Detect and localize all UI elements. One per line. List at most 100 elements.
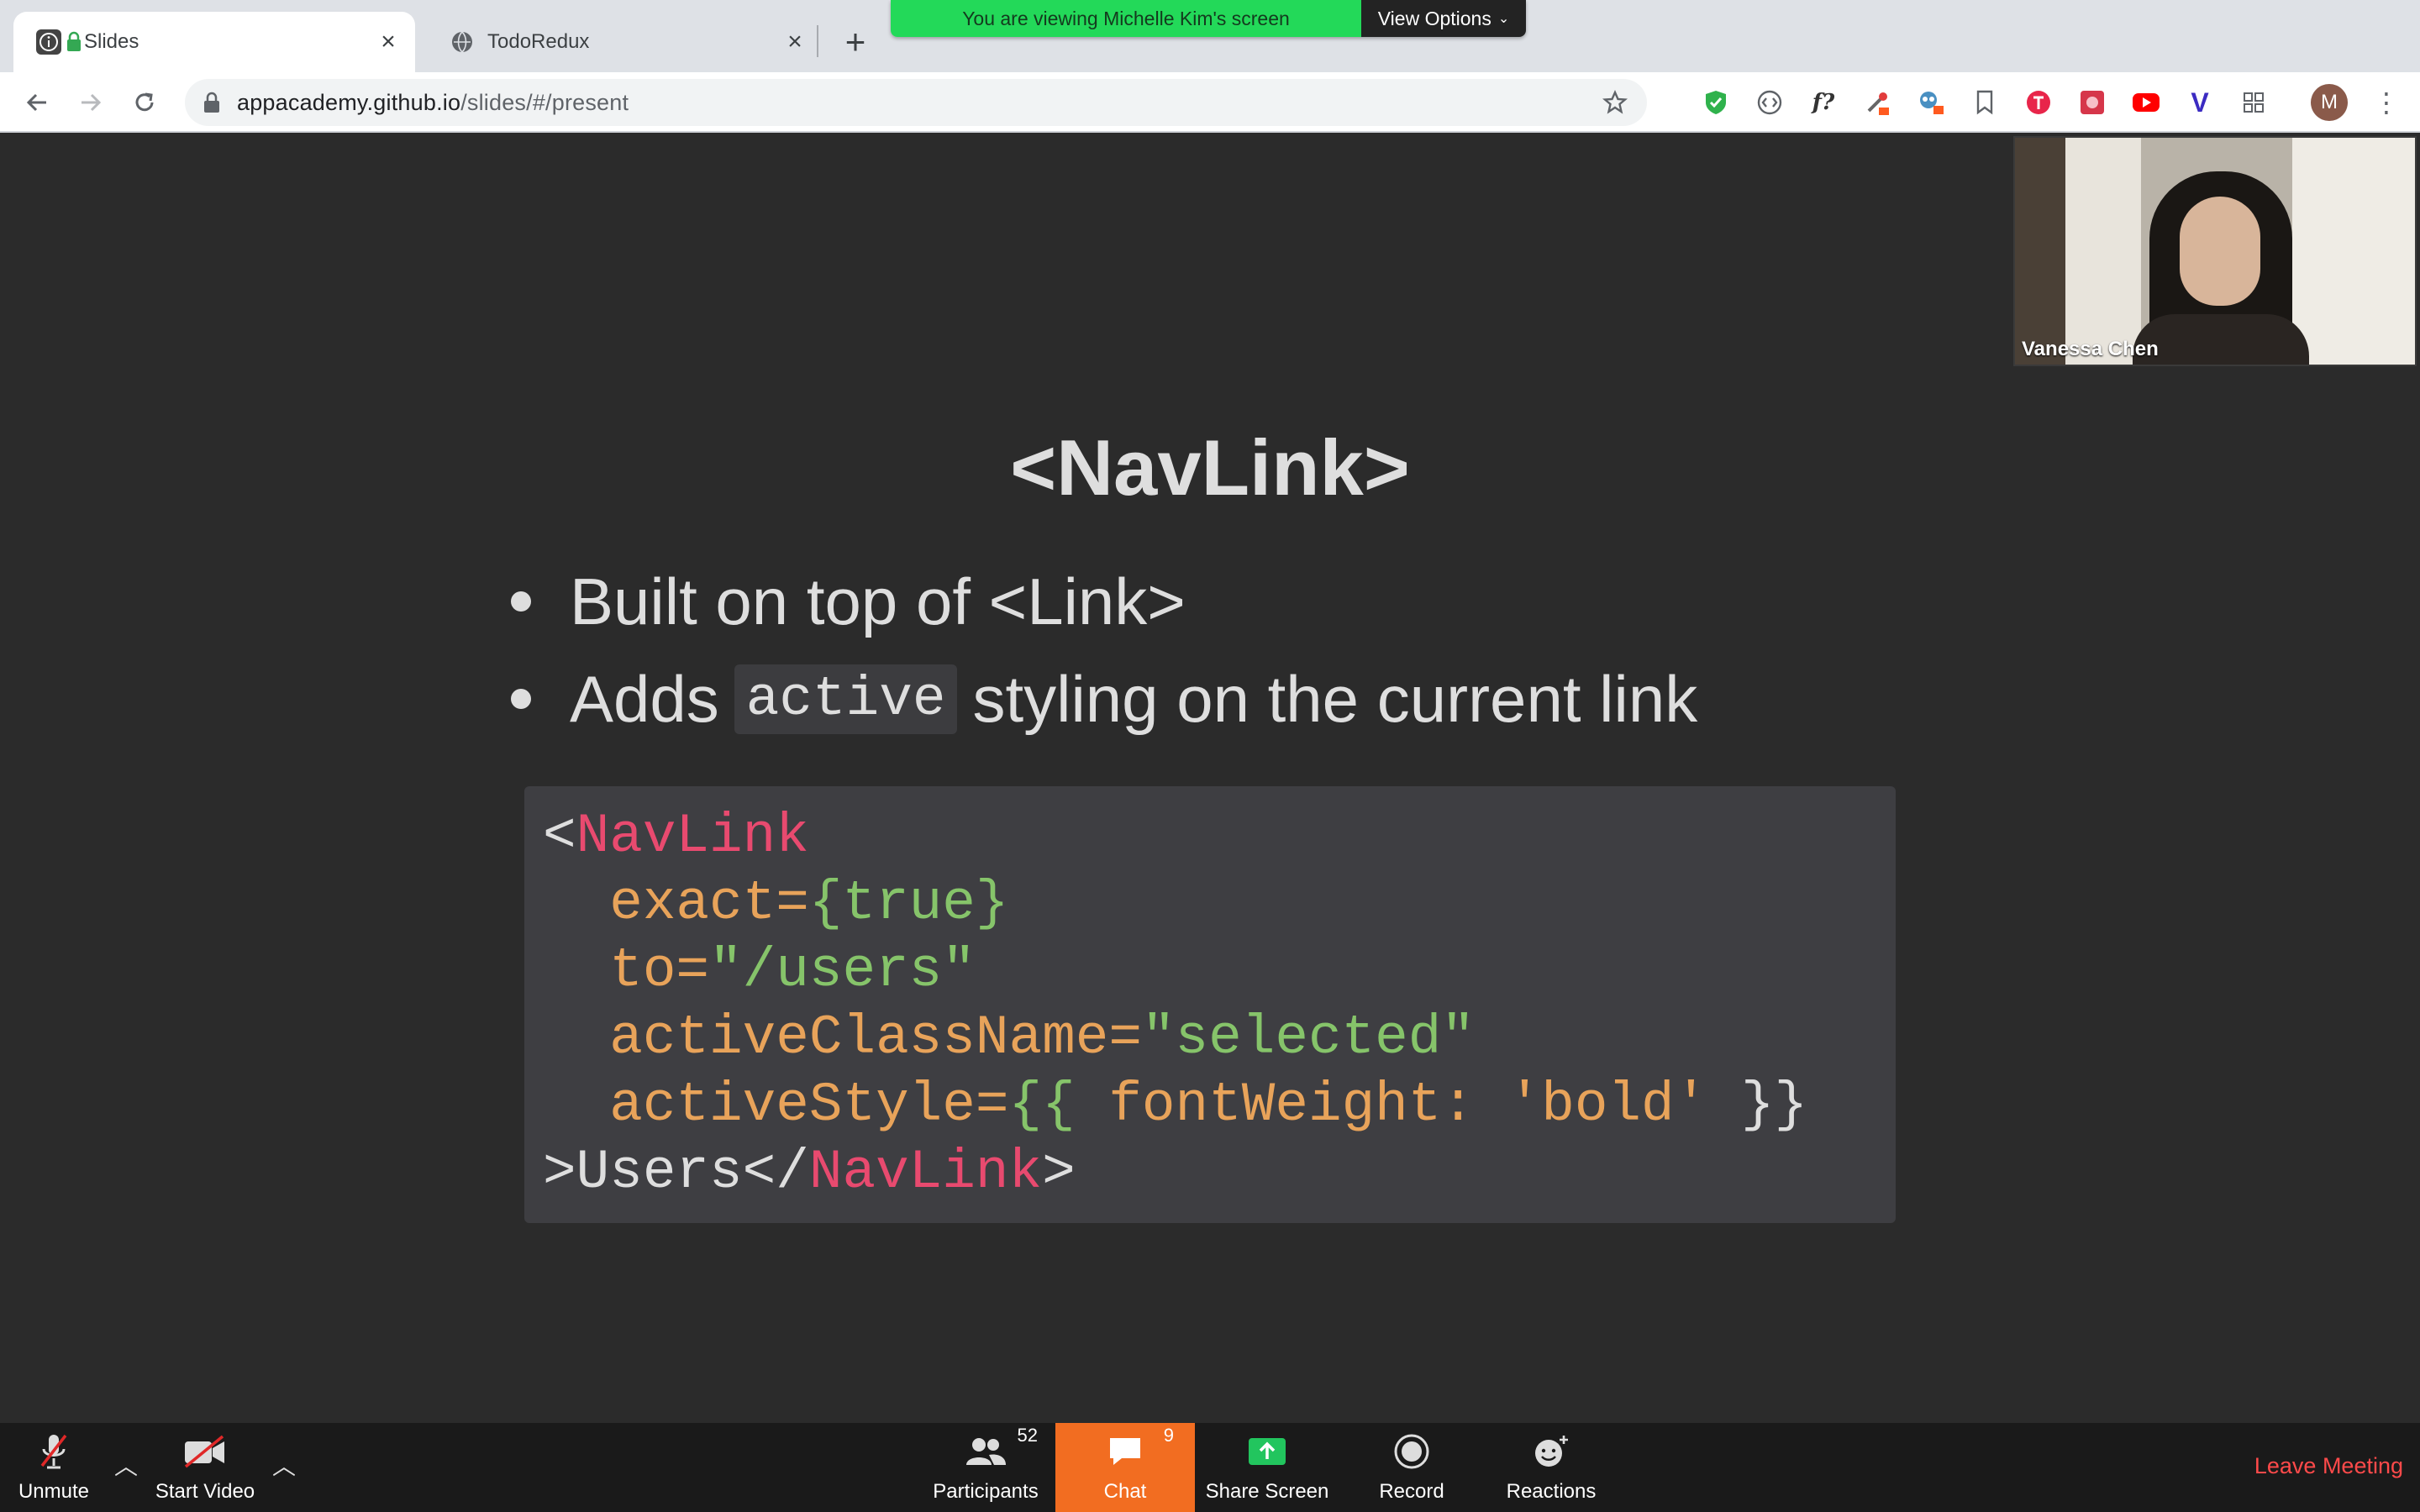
chat-label: Chat (1103, 1480, 1147, 1503)
bookmark-extension-icon[interactable] (1970, 87, 2000, 118)
reload-icon (135, 92, 154, 112)
robot-extension-icon[interactable] (1916, 87, 1946, 118)
browser-tab-strip: Slides × TodoRedux × + You are viewing M… (0, 0, 2420, 72)
smiley-plus-icon (1532, 1430, 1570, 1473)
participant-name: Vanessa Chen (2022, 338, 2159, 360)
chevron-up-icon[interactable]: ︿ (267, 1448, 301, 1482)
share-screen-label: Share Screen (1205, 1480, 1329, 1503)
tab-divider (817, 25, 818, 57)
code-string: 'bold' (1507, 1074, 1708, 1137)
lock-badge-icon (66, 29, 82, 55)
participant-video-tile[interactable]: Vanessa Chen (2013, 136, 2417, 366)
code-value: "/users" (709, 939, 976, 1002)
v-extension-icon[interactable]: V (2185, 87, 2215, 118)
back-button[interactable] (18, 84, 55, 121)
participants-icon: 52 (964, 1425, 1038, 1473)
chat-unread-count: 9 (1163, 1425, 1174, 1446)
share-banner-text: You are viewing Michelle Kim's screen (891, 0, 1361, 37)
tab-todoredux[interactable]: TodoRedux × (427, 12, 822, 72)
code-token: > (1042, 1141, 1076, 1204)
code-value: {{ (1008, 1074, 1109, 1137)
code-token: }} (1707, 1074, 1808, 1137)
code-attr: activeClassName= (609, 1006, 1142, 1069)
reload-button[interactable] (126, 84, 163, 121)
code-attr: exact= (609, 872, 809, 935)
code-tag: NavLink (576, 805, 809, 868)
arrow-left-icon (26, 93, 46, 112)
chevron-up-icon[interactable]: ︿ (109, 1448, 143, 1482)
chat-button[interactable]: 9 Chat (1055, 1423, 1195, 1512)
close-icon[interactable]: × (780, 27, 810, 57)
close-icon[interactable]: × (373, 27, 403, 57)
slide-title: <NavLink> (1010, 423, 1410, 512)
more-menu-icon[interactable]: ⋮ (2370, 86, 2403, 119)
eyedropper-extension-icon[interactable] (1862, 87, 1892, 118)
red-circle-extension-icon[interactable] (2023, 87, 2054, 118)
url-text[interactable]: appacademy.github.io/slides/#/present (237, 90, 629, 116)
code-token: < (543, 805, 576, 868)
code-attr: activeStyle= (609, 1074, 1009, 1137)
new-tab-button[interactable]: + (837, 22, 874, 61)
share-screen-button[interactable]: Share Screen (1203, 1423, 1331, 1512)
meeting-control-bar: Unmute ︿ Start Video ︿ 52 Participants 9… (0, 1423, 2420, 1512)
start-video-label: Start Video (155, 1480, 255, 1503)
bullet-item: Built on top of <Link> (504, 553, 1697, 650)
view-options-button[interactable]: View Options ⌄ (1361, 0, 1526, 37)
bullet-text: styling on the current link (972, 661, 1698, 736)
info-icon (35, 29, 62, 55)
tab-title: TodoRedux (487, 30, 590, 53)
browser-toolbar: appacademy.github.io/slides/#/present f?… (0, 72, 2420, 133)
participants-count: 52 (1017, 1425, 1038, 1446)
chat-bubble-icon: 9 (1107, 1425, 1174, 1473)
arrow-right-icon (82, 93, 102, 112)
youtube-extension-icon[interactable] (2131, 87, 2161, 118)
reactions-label: Reactions (1506, 1480, 1597, 1503)
bullet-text: Adds (570, 661, 719, 736)
bullet-text: Built on top of <Link> (570, 564, 1186, 638)
unmute-button[interactable]: Unmute (12, 1423, 96, 1512)
globe-icon (449, 29, 476, 55)
start-video-button[interactable]: Start Video (148, 1423, 262, 1512)
record-label: Record (1379, 1480, 1444, 1503)
video-background (2065, 138, 2141, 365)
slide-bullet-list: Built on top of <Link> Adds active styling… (504, 553, 1697, 748)
code-value: "selected" (1141, 1006, 1475, 1069)
lock-icon[interactable] (200, 91, 224, 114)
red-square-extension-icon[interactable] (2077, 87, 2107, 118)
participants-label: Participants (933, 1480, 1039, 1503)
font-extension-icon[interactable]: f? (1808, 87, 1839, 118)
profile-avatar[interactable]: M (2311, 84, 2348, 121)
inline-code: active (734, 664, 958, 734)
code-value: {true} (808, 872, 1009, 935)
code-block: <NavLink exact={true} to="/users" active… (524, 786, 1896, 1223)
url-host: appacademy.github.io (237, 89, 461, 115)
bullet-item: Adds active styling on the current link (504, 650, 1697, 748)
code-attr: to= (609, 939, 710, 1002)
video-background (2292, 138, 2415, 365)
tab-slides[interactable]: Slides × (13, 12, 415, 72)
microphone-muted-icon (37, 1430, 71, 1473)
tab-title: Slides (84, 30, 139, 53)
address-bar[interactable]: appacademy.github.io/slides/#/present (185, 79, 1647, 126)
video-background (2015, 138, 2065, 365)
forward-button[interactable] (72, 84, 109, 121)
record-button[interactable]: Record (1370, 1423, 1454, 1512)
code-extension-icon[interactable] (1754, 87, 1785, 118)
code-tag: NavLink (808, 1141, 1043, 1204)
grid-extension-icon[interactable] (2238, 87, 2269, 118)
participants-button[interactable]: 52 Participants (924, 1423, 1047, 1512)
chevron-down-icon: ⌄ (1497, 12, 1510, 26)
unmute-label: Unmute (18, 1480, 90, 1503)
video-off-icon (182, 1430, 228, 1473)
code-token: >Users</ (543, 1141, 809, 1204)
shield-extension-icon[interactable] (1701, 87, 1731, 118)
reactions-button[interactable]: Reactions (1501, 1423, 1602, 1512)
participant-video-feed (2133, 314, 2309, 365)
code-key: fontWeight: (1108, 1074, 1508, 1137)
bookmark-star-icon[interactable] (1602, 89, 1628, 116)
record-icon (1393, 1430, 1430, 1473)
leave-meeting-button[interactable]: Leave Meeting (2254, 1453, 2403, 1479)
view-options-label: View Options (1377, 7, 1491, 29)
share-screen-icon (1247, 1430, 1287, 1473)
participant-video-feed (2180, 197, 2260, 306)
